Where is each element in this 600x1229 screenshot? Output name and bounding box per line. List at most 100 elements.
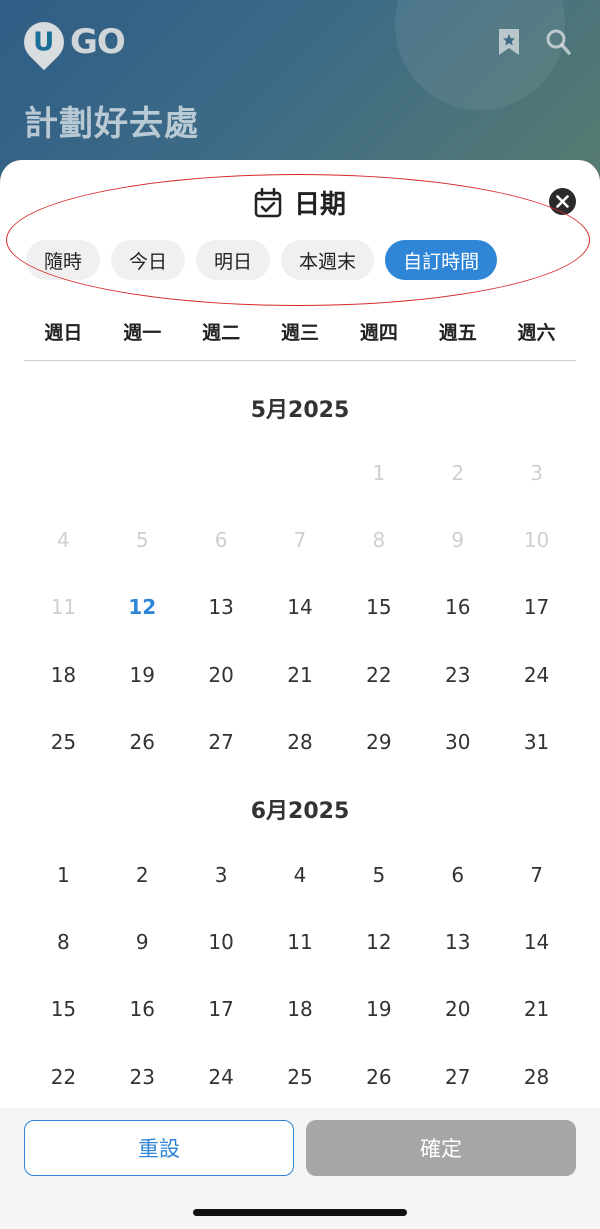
day-cell[interactable]: 25 (261, 1043, 340, 1110)
day-cell[interactable]: 16 (418, 574, 497, 641)
day-cell[interactable]: 18 (24, 641, 103, 708)
month-grid-may: 1 2 3 4 5 6 7 8 9 10 11 12 13 14 15 16 17 18 19 20 21 22 23 24 2… (24, 439, 576, 776)
day-cell[interactable]: 27 (418, 1043, 497, 1110)
day-cell[interactable]: 26 (339, 1043, 418, 1110)
day-cell[interactable]: 20 (418, 976, 497, 1043)
day-cell-empty (24, 439, 103, 506)
weekday-label: 週二 (202, 322, 241, 344)
home-indicator (193, 1209, 407, 1216)
day-cell[interactable]: 3 (182, 841, 261, 908)
day-cell-disabled: 6 (214, 528, 228, 553)
day-cell-disabled: 2 (451, 460, 465, 485)
day-cell[interactable]: 30 (418, 709, 497, 776)
day-cell[interactable]: 21 (261, 641, 340, 708)
weekday-divider (24, 360, 576, 361)
day-cell[interactable]: 8 (24, 908, 103, 975)
month-grid-june: 1 2 3 4 5 6 7 8 9 10 11 12 13 14 15 16 17 18 19 20 21 22 23 24 2… (24, 841, 576, 1111)
day-cell[interactable]: 16 (103, 976, 182, 1043)
day-cell[interactable]: 19 (103, 641, 182, 708)
day-cell[interactable]: 12 (339, 908, 418, 975)
chip-anytime[interactable]: 隨時 (26, 240, 101, 280)
ugo-logo: U GO (15, 13, 126, 71)
day-cell-empty (103, 439, 182, 506)
date-picker-sheet: 日期 隨時 今日 明日 本週末 自訂時間 週日 週一 週二 週三 週四 週五 週… (0, 160, 600, 1229)
day-cell[interactable]: 14 (497, 908, 576, 975)
day-cell-disabled: 9 (451, 528, 465, 553)
weekday-label: 週六 (517, 322, 556, 344)
search-icon[interactable] (545, 28, 571, 56)
day-cell-disabled: 7 (293, 528, 307, 553)
weekday-header: 週日 週一 週二 週三 週四 週五 週六 (24, 318, 576, 345)
reset-button[interactable]: 重設 (24, 1120, 294, 1176)
chip-this-weekend[interactable]: 本週末 (281, 240, 375, 280)
day-cell[interactable]: 21 (497, 976, 576, 1043)
day-cell[interactable]: 29 (339, 709, 418, 776)
day-cell[interactable]: 22 (24, 1043, 103, 1110)
day-cell-disabled: 5 (135, 528, 149, 553)
day-cell-empty (182, 439, 261, 506)
day-cell[interactable]: 28 (497, 1043, 576, 1110)
day-cell[interactable]: 13 (418, 908, 497, 975)
day-cell[interactable]: 17 (497, 574, 576, 641)
logo-pin-icon: U (15, 13, 73, 71)
calendar-check-icon (254, 187, 282, 217)
day-cell[interactable]: 31 (497, 709, 576, 776)
chip-today[interactable]: 今日 (111, 240, 186, 280)
decorative-circle (395, 0, 565, 110)
chip-custom-time[interactable]: 自訂時間 (385, 240, 498, 280)
day-cell[interactable]: 7 (497, 841, 576, 908)
day-cell[interactable]: 2 (103, 841, 182, 908)
day-cell[interactable]: 10 (182, 908, 261, 975)
day-cell[interactable]: 23 (103, 1043, 182, 1110)
weekday-label: 週一 (123, 322, 162, 344)
weekday-label: 週三 (280, 322, 319, 344)
day-cell-disabled: 8 (372, 528, 386, 553)
bookmark-star-icon[interactable] (496, 28, 522, 56)
day-cell[interactable]: 25 (24, 709, 103, 776)
day-cell[interactable]: 27 (182, 709, 261, 776)
day-cell-disabled: 4 (57, 528, 70, 553)
day-cell-disabled: 3 (530, 460, 543, 485)
day-cell-disabled: 1 (372, 460, 386, 485)
day-cell[interactable]: 20 (182, 641, 261, 708)
day-cell[interactable]: 24 (182, 1043, 261, 1110)
day-cell[interactable]: 4 (261, 841, 340, 908)
day-cell[interactable]: 19 (339, 976, 418, 1043)
day-cell[interactable]: 15 (24, 976, 103, 1043)
day-cell[interactable]: 28 (261, 709, 340, 776)
day-cell-disabled: 10 (523, 528, 550, 553)
day-cell-empty (261, 439, 340, 506)
day-cell-today[interactable]: 12 (103, 574, 182, 641)
day-cell[interactable]: 15 (339, 574, 418, 641)
footer-bar: 重設 確定 (0, 1108, 600, 1229)
confirm-button[interactable]: 確定 (306, 1120, 576, 1176)
weekday-label: 週日 (44, 322, 83, 344)
day-cell[interactable]: 24 (497, 641, 576, 708)
weekday-label: 週四 (359, 322, 398, 344)
day-cell-disabled: 11 (50, 595, 77, 620)
day-cell[interactable]: 14 (261, 574, 340, 641)
month-title: 5月2025 (250, 398, 350, 423)
month-title: 6月2025 (250, 799, 350, 824)
day-cell[interactable]: 23 (418, 641, 497, 708)
page-title: 計劃好去處 (24, 104, 199, 144)
logo-letter: U (33, 27, 55, 57)
sheet-header: 日期 (0, 184, 600, 221)
sheet-title: 日期 (293, 190, 346, 220)
day-cell[interactable]: 9 (103, 908, 182, 975)
date-preset-chips: 隨時 今日 明日 本週末 自訂時間 (26, 240, 498, 280)
weekday-label: 週五 (438, 322, 477, 344)
day-cell[interactable]: 22 (339, 641, 418, 708)
day-cell[interactable]: 26 (103, 709, 182, 776)
day-cell[interactable]: 6 (418, 841, 497, 908)
day-cell[interactable]: 11 (261, 908, 340, 975)
day-cell[interactable]: 13 (182, 574, 261, 641)
chip-tomorrow[interactable]: 明日 (196, 240, 271, 280)
logo-text: GO (70, 22, 126, 62)
close-icon (556, 195, 569, 208)
close-button[interactable] (549, 188, 576, 215)
day-cell[interactable]: 5 (339, 841, 418, 908)
day-cell[interactable]: 18 (261, 976, 340, 1043)
day-cell[interactable]: 17 (182, 976, 261, 1043)
day-cell[interactable]: 1 (24, 841, 103, 908)
